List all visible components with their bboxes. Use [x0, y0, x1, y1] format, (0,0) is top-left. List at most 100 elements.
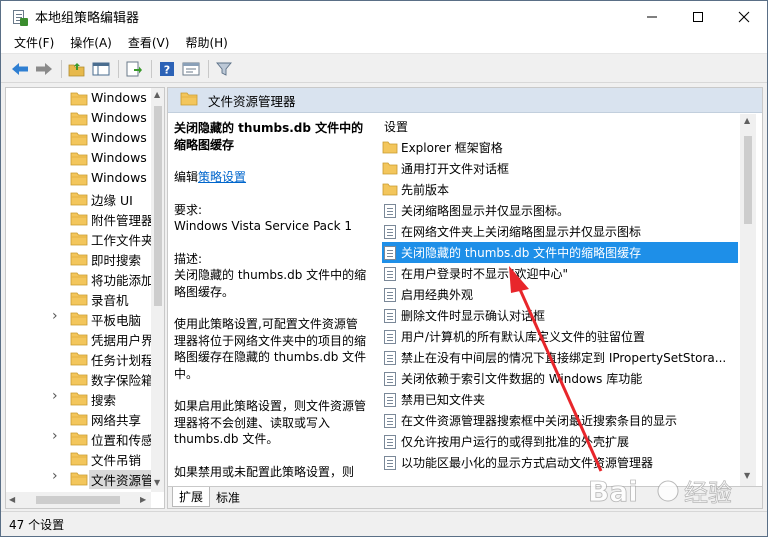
policy-setting-icon — [382, 266, 398, 282]
tab-standard[interactable]: 标准 — [210, 487, 246, 507]
settings-scrollbar[interactable]: ▲ ▼ — [740, 114, 756, 486]
tree-item-label: 位置和传感 — [91, 433, 154, 448]
policy-setting-row[interactable]: 禁止在没有中间层的情况下直接绑定到 IPropertySetStora... — [382, 347, 738, 368]
settings-folder-row[interactable]: Explorer 框架窗格 — [382, 137, 738, 158]
tree-item[interactable]: 边缘 UI — [6, 188, 164, 208]
up-folder-icon — [68, 62, 85, 76]
tree-hscroll-thumb[interactable] — [36, 496, 120, 504]
tree-item[interactable]: 文件吊销 — [6, 448, 164, 468]
setting-label: 在网络文件夹上关闭缩略图显示并仅显示图标 — [401, 225, 642, 239]
tab-extended[interactable]: 扩展 — [172, 487, 211, 507]
edit-policy-link[interactable]: 策略设置 — [198, 170, 246, 184]
tree-item-label: 凭据用户界 — [91, 333, 154, 348]
policy-setting-row[interactable]: 关闭依赖于索引文件数据的 Windows 库功能 — [382, 368, 738, 389]
tree-item[interactable]: 网络共享 — [6, 408, 164, 428]
tree-item[interactable]: › 文件资源管 — [6, 468, 164, 489]
scroll-left-icon[interactable]: ◀ — [9, 495, 15, 504]
settings-column-header[interactable]: 设置 — [384, 118, 408, 135]
policy-setting-row[interactable]: 关闭隐藏的 thumbs.db 文件中的缩略图缓存 — [382, 242, 738, 263]
tree-item[interactable]: 附件管理器 — [6, 208, 164, 228]
tree-scroll-thumb[interactable] — [154, 106, 162, 306]
policy-setting-row[interactable]: 在文件资源管理器搜索框中关闭最近搜索条目的显示 — [382, 410, 738, 431]
policy-setting-row[interactable]: 删除文件时显示确认对话框 — [382, 305, 738, 326]
setting-label: 用户/计算机的所有默认库定义文件的驻留位置 — [401, 330, 646, 344]
settings-folder-row[interactable]: 通用打开文件对话框 — [382, 158, 738, 179]
tree-item[interactable]: › 平板电脑 — [6, 308, 164, 329]
minimize-button[interactable] — [629, 1, 675, 32]
tree-item[interactable]: Windows — [6, 128, 164, 148]
policy-setting-row[interactable]: 在网络文件夹上关闭缩略图显示并仅显示图标 — [382, 221, 738, 242]
menu-action[interactable]: 操作(A) — [65, 34, 117, 51]
setting-label: 以功能区最小化的显示方式启动文件资源管理器 — [401, 456, 654, 470]
tree-item-label: 即时搜索 — [91, 253, 142, 268]
setting-label: 关闭隐藏的 thumbs.db 文件中的缩略图缓存 — [401, 246, 642, 260]
menu-help[interactable]: 帮助(H) — [180, 34, 232, 51]
scroll-down-icon[interactable]: ▼ — [154, 478, 160, 487]
policy-setting-row[interactable]: 启用经典外观 — [382, 284, 738, 305]
tree-vertical-scrollbar[interactable]: ▲ ▼ — [151, 88, 164, 492]
properties-button[interactable] — [180, 58, 202, 80]
show-hide-tree-button[interactable] — [90, 58, 112, 80]
scroll-up-icon[interactable]: ▲ — [154, 90, 160, 99]
filter-button[interactable] — [213, 58, 235, 80]
close-button[interactable] — [721, 1, 767, 32]
minimize-icon — [647, 16, 657, 17]
setting-label: 关闭依赖于索引文件数据的 Windows 库功能 — [401, 372, 643, 386]
policy-setting-row[interactable]: 禁用已知文件夹 — [382, 389, 738, 410]
tree-item[interactable]: 任务计划程 — [6, 348, 164, 368]
settings-scroll-thumb[interactable] — [744, 136, 752, 224]
tree-item[interactable]: 数字保险箱 — [6, 368, 164, 388]
menu-file[interactable]: 文件(F) — [9, 34, 59, 51]
tree-item[interactable]: 录音机 — [6, 288, 164, 308]
tree-item[interactable]: 凭据用户界 — [6, 328, 164, 348]
tree-item[interactable]: › 位置和传感 — [6, 428, 164, 448]
console-tree[interactable]: Windows Windows Windows Windows Windows 边缘 UI… — [5, 87, 165, 509]
scroll-right-icon[interactable]: ▶ — [140, 495, 146, 504]
tree-item[interactable]: 将功能添加 — [6, 268, 164, 288]
help-button[interactable]: ? — [156, 58, 178, 80]
policy-setting-row[interactable]: 仅允许按用户运行的或得到批准的外壳扩展 — [382, 431, 738, 452]
tree-horizontal-scrollbar[interactable]: ◀ ▶ — [6, 492, 151, 508]
setting-label: 删除文件时显示确认对话框 — [401, 309, 546, 323]
up-folder-button[interactable] — [66, 58, 88, 80]
toolbar-separator — [118, 59, 119, 78]
policy-setting-icon — [382, 308, 398, 324]
policy-setting-row[interactable]: 在用户登录时不显示"欢迎中心" — [382, 263, 738, 284]
maximize-button[interactable] — [675, 1, 721, 32]
tree-item[interactable]: 工作文件夹 — [6, 228, 164, 248]
tree-item-label: Windows — [91, 90, 147, 105]
folder-icon — [70, 391, 88, 409]
policy-setting-row[interactable]: 关闭缩略图显示并仅显示图标。 — [382, 200, 738, 221]
policy-setting-row[interactable]: 用户/计算机的所有默认库定义文件的驻留位置 — [382, 326, 738, 347]
description-value: 关闭隐藏的 thumbs.db 文件中的缩略图缓存。 — [174, 268, 367, 299]
folder-icon — [180, 91, 198, 109]
setting-label: 在文件资源管理器搜索框中关闭最近搜索条目的显示 — [401, 414, 678, 428]
scroll-up-icon[interactable]: ▲ — [744, 116, 750, 125]
policy-setting-row[interactable]: 以功能区最小化的显示方式启动文件资源管理器 — [382, 452, 738, 473]
folder-icon — [70, 91, 88, 109]
view-tabs: 扩展 标准 — [168, 486, 762, 508]
tree-item[interactable]: › 搜索 — [6, 388, 164, 409]
folder-icon — [70, 471, 88, 489]
export-list-button[interactable] — [123, 58, 145, 80]
settings-list: 设置 Explorer 框架窗格 通用打开文件对话框先前版本关闭缩略图显示并仅显示… — [374, 114, 762, 486]
forward-button[interactable] — [33, 58, 55, 80]
tree-item[interactable]: 即时搜索 — [6, 248, 164, 268]
expand-chevron-icon[interactable]: › — [52, 468, 62, 484]
settings-folder-row[interactable]: 先前版本 — [382, 179, 738, 200]
requirement-value: Windows Vista Service Pack 1 — [174, 219, 352, 233]
folder-icon — [70, 311, 88, 329]
back-button[interactable] — [9, 58, 31, 80]
tree-item-label: 将功能添加 — [91, 273, 154, 288]
tree-item[interactable]: Windows — [6, 88, 164, 109]
scroll-down-icon[interactable]: ▼ — [744, 471, 750, 480]
expand-chevron-icon[interactable]: › — [52, 308, 62, 324]
tree-item[interactable]: Windows — [6, 108, 164, 128]
expand-chevron-icon[interactable]: › — [52, 428, 62, 444]
tree-item[interactable]: Windows — [6, 168, 164, 188]
description-para-3: 如果禁用或未配置此策略设置，则 — [174, 464, 355, 479]
expand-chevron-icon[interactable]: › — [52, 388, 62, 404]
menu-view[interactable]: 查看(V) — [123, 34, 175, 51]
setting-label: 先前版本 — [401, 183, 450, 197]
tree-item[interactable]: Windows — [6, 148, 164, 168]
